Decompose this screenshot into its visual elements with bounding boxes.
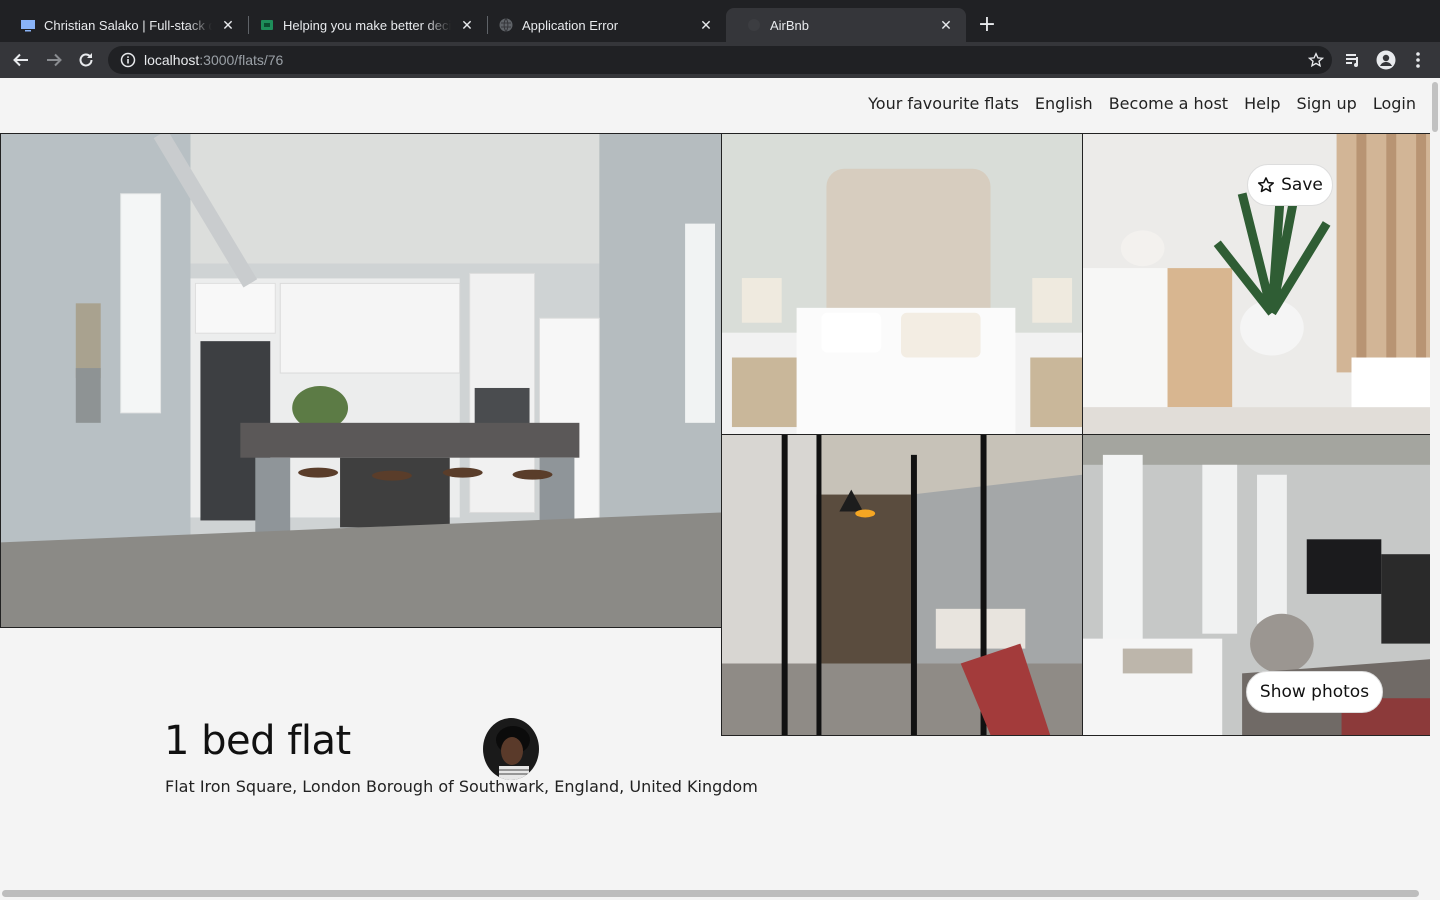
- listing-address: Flat Iron Square, London Borough of Sout…: [165, 777, 758, 796]
- browser-tab[interactable]: Application Error ✕: [478, 8, 726, 42]
- save-label: Save: [1281, 175, 1323, 195]
- scrollbar-thumb[interactable]: [2, 890, 1419, 897]
- back-arrow-icon[interactable]: [9, 48, 33, 72]
- show-photos-button[interactable]: Show photos: [1246, 671, 1383, 713]
- profile-avatar-icon[interactable]: [1374, 48, 1398, 72]
- reload-icon[interactable]: [74, 48, 98, 72]
- bookmark-star-icon[interactable]: [1307, 52, 1325, 71]
- nav-favourite-flats[interactable]: Your favourite flats: [868, 94, 1019, 113]
- info-icon[interactable]: [120, 52, 136, 68]
- url-host: localhost: [144, 52, 200, 68]
- site-header: Your favourite flats English Become a ho…: [0, 78, 1430, 133]
- browser-tab[interactable]: Christian Salako | Full-stack developer …: [0, 8, 248, 42]
- tab-title: AirBnb: [770, 17, 810, 33]
- tab-title: Application Error: [522, 17, 619, 33]
- host-avatar[interactable]: [483, 718, 539, 780]
- nav-sign-up[interactable]: Sign up: [1297, 94, 1357, 113]
- photo-kitchen[interactable]: [0, 133, 722, 628]
- horizontal-scrollbar[interactable]: [0, 886, 1440, 900]
- monitor-icon: [20, 17, 36, 33]
- browser-tab[interactable]: Helping you make better decisions ✕: [239, 8, 487, 42]
- close-icon[interactable]: ✕: [220, 17, 236, 33]
- browser-tabstrip: Christian Salako | Full-stack developer …: [0, 0, 1440, 42]
- star-icon: [1257, 176, 1275, 194]
- close-icon[interactable]: ✕: [698, 17, 714, 33]
- browser-toolbar: localhost:3000/flats/76: [0, 42, 1440, 78]
- scrollbar-thumb[interactable]: [1432, 82, 1438, 132]
- close-icon[interactable]: ✕: [938, 17, 954, 33]
- nav-become-host[interactable]: Become a host: [1109, 94, 1228, 113]
- nav-login[interactable]: Login: [1373, 94, 1416, 113]
- browser-tab-active[interactable]: AirBnb ✕: [726, 8, 966, 42]
- tab-title: Christian Salako | Full-stack developer: [44, 17, 212, 33]
- new-tab-plus-icon[interactable]: +: [974, 12, 1000, 38]
- globe-icon: [498, 17, 514, 33]
- nav-language[interactable]: English: [1035, 94, 1093, 113]
- blank-icon: [746, 17, 762, 33]
- address-bar[interactable]: localhost:3000/flats/76: [108, 46, 1332, 74]
- site-nav: Your favourite flats English Become a ho…: [868, 94, 1416, 113]
- tab-title: Helping you make better decisions: [283, 17, 451, 33]
- photo-glass-hallway[interactable]: [721, 434, 1083, 736]
- nav-help[interactable]: Help: [1244, 94, 1280, 113]
- close-icon[interactable]: ✕: [459, 17, 475, 33]
- url-path: :3000/flats/76: [199, 52, 284, 68]
- kebab-menu-icon[interactable]: [1406, 48, 1430, 72]
- save-button[interactable]: Save: [1247, 164, 1333, 206]
- vertical-scrollbar[interactable]: [1430, 78, 1440, 886]
- listing-title: 1 bed flat: [164, 718, 351, 764]
- show-photos-label: Show photos: [1259, 682, 1370, 702]
- green-cube-icon: [259, 17, 275, 33]
- forward-arrow-icon[interactable]: [42, 48, 66, 72]
- photo-bedroom[interactable]: [721, 133, 1083, 435]
- media-queue-icon[interactable]: [1341, 48, 1365, 72]
